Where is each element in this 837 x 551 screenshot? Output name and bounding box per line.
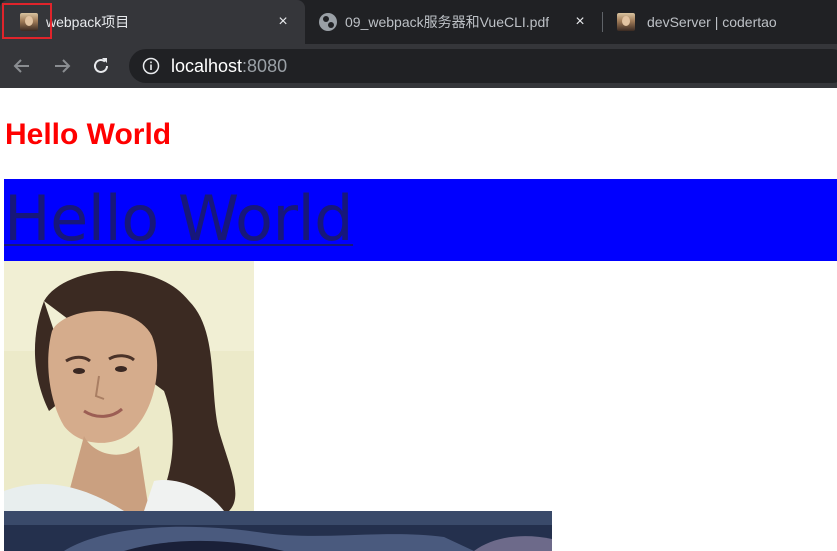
info-icon[interactable]	[142, 57, 160, 75]
page-viewport: Hello World Hello World	[0, 88, 837, 551]
tab-strip: webpack项目 × 09_webpack服务器和VueCLI.pdf × d…	[0, 0, 837, 44]
back-button[interactable]	[8, 52, 36, 80]
reload-button[interactable]	[87, 52, 115, 80]
url-text[interactable]: localhost:8080	[171, 56, 287, 77]
tab-title: webpack项目	[46, 14, 130, 30]
portrait-favicon-icon	[617, 13, 635, 31]
tab-webpack-pdf[interactable]: 09_webpack服务器和VueCLI.pdf ×	[305, 0, 602, 44]
reload-icon	[94, 58, 108, 73]
portrait-image	[4, 261, 254, 511]
forward-arrow-icon	[55, 59, 71, 73]
favicon-highlight-box	[2, 3, 52, 39]
forward-button[interactable]	[48, 52, 76, 80]
close-icon[interactable]: ×	[273, 12, 293, 32]
tab-title: devServer | codertao	[647, 14, 777, 30]
tab-title: 09_webpack服务器和VueCLI.pdf	[345, 14, 550, 30]
hello-world-link[interactable]: Hello World	[4, 179, 354, 259]
address-bar[interactable]: localhost:8080	[129, 49, 837, 83]
url-port: :8080	[242, 55, 288, 76]
second-photo	[4, 511, 552, 551]
url-host: localhost	[171, 55, 243, 76]
blue-banner: Hello World	[4, 179, 837, 261]
second-image	[4, 511, 552, 551]
portrait-photo	[4, 261, 254, 511]
globe-icon	[319, 13, 337, 31]
browser-toolbar: localhost:8080	[0, 44, 837, 88]
tab-devserver[interactable]: devServer | codertao	[603, 0, 837, 44]
back-arrow-icon	[13, 59, 29, 73]
close-icon[interactable]: ×	[570, 12, 590, 32]
page-heading: Hello World	[5, 118, 172, 151]
